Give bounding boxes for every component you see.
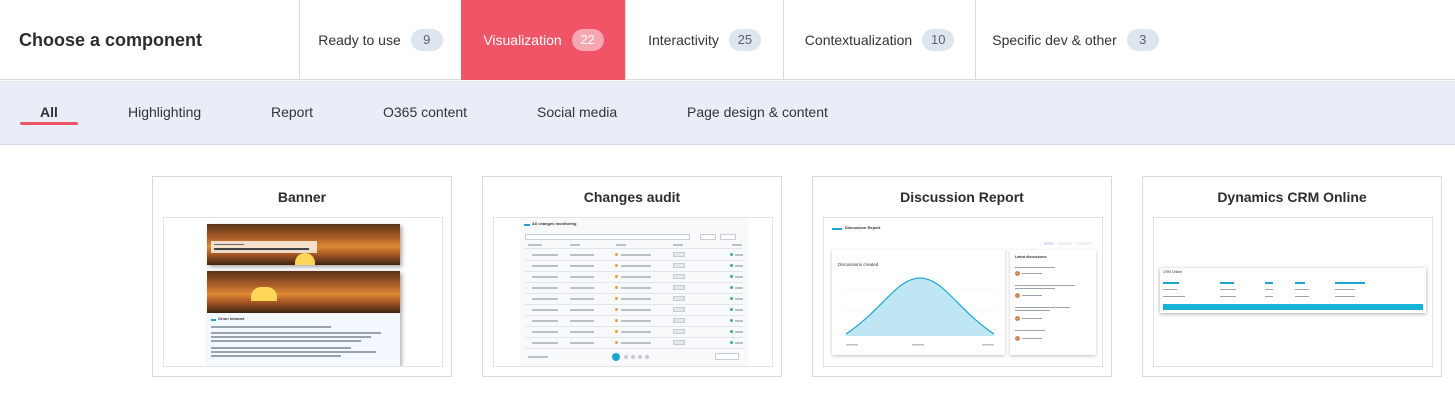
thumb-heading: All changes monitoring (532, 221, 577, 226)
subtab-page-design[interactable]: Page design & content (687, 81, 828, 145)
thumb-heading: Discussion Report (845, 225, 881, 230)
banner-preview-image: Orion Intranet (163, 217, 443, 367)
tab-count-badge: 3 (1126, 29, 1159, 51)
subtab-label: O365 content (383, 104, 468, 120)
page-title: Choose a component (19, 30, 203, 50)
subtab-social-media[interactable]: Social media (537, 81, 617, 145)
subtab-label: All (40, 104, 58, 120)
subtab-label: Social media (537, 104, 618, 120)
changes-audit-preview-image: All changes monitoring (493, 217, 773, 367)
sunset-banner-image (207, 224, 400, 265)
card-title: Dynamics CRM Online (1217, 189, 1367, 205)
tab-count-badge: 22 (571, 29, 604, 51)
component-card-banner[interactable]: Banner Orion Intranet (152, 176, 452, 377)
card-title: Changes audit (583, 189, 681, 205)
tab-count-badge: 9 (410, 29, 443, 51)
tab-label: Contextualization (804, 32, 913, 48)
component-category-bar: Choose a component Ready to use 9 Visual… (0, 0, 1455, 80)
tab-contextualization[interactable]: Contextualization 10 (783, 0, 975, 80)
component-card-changes-audit[interactable]: Changes audit All changes monitoring (482, 176, 782, 377)
latest-discussions-panel: Latest discussions (1010, 242, 1096, 355)
crm-action-bar (1163, 304, 1423, 310)
component-card-dynamics-crm-online[interactable]: Dynamics CRM Online CRM Online (1142, 176, 1442, 377)
card-title: Discussion Report (900, 189, 1024, 205)
tab-visualization[interactable]: Visualization 22 (461, 0, 625, 80)
subtab-label: Report (271, 104, 314, 120)
tab-label: Interactivity (648, 32, 719, 48)
discussions-chart-panel: Discussions created (832, 250, 1005, 355)
banner-text-panel: Orion Intranet (207, 313, 400, 366)
thumb-heading: Orion Intranet (218, 316, 245, 321)
thumb-heading: CRM Online (1163, 270, 1183, 274)
tab-label: Specific dev & other (992, 32, 1117, 48)
active-underline (20, 122, 78, 125)
tab-interactivity[interactable]: Interactivity 25 (625, 0, 783, 80)
tab-label: Visualization (483, 32, 562, 48)
subtab-report[interactable]: Report (271, 81, 313, 145)
side-title: Latest discussions (1015, 255, 1047, 259)
subtab-highlighting[interactable]: Highlighting (128, 81, 201, 145)
sunset-banner-image (207, 271, 400, 313)
crm-table-preview: CRM Online (1160, 268, 1426, 313)
subtab-o365-content[interactable]: O365 content (383, 81, 467, 145)
crm-preview-image: CRM Online (1153, 217, 1433, 367)
subcategory-nav: All Highlighting Report O365 content Soc… (0, 81, 1455, 145)
tab-count-badge: 10 (922, 29, 955, 51)
tab-count-badge: 25 (728, 29, 761, 51)
bell-curve-chart (844, 277, 997, 346)
discussion-report-preview-image: Discussion Report Discussions created La… (823, 217, 1103, 367)
component-card-discussion-report[interactable]: Discussion Report Discussion Report Disc… (812, 176, 1112, 377)
tab-ready-to-use[interactable]: Ready to use 9 (299, 0, 461, 80)
tab-specific-dev[interactable]: Specific dev & other 3 (975, 0, 1175, 80)
tab-label: Ready to use (318, 32, 401, 48)
subtab-all[interactable]: All (20, 81, 78, 145)
subtab-label: Page design & content (687, 104, 828, 120)
audit-table-preview: All changes monitoring (520, 218, 748, 366)
subtab-label: Highlighting (128, 104, 202, 120)
card-title: Banner (277, 189, 327, 205)
